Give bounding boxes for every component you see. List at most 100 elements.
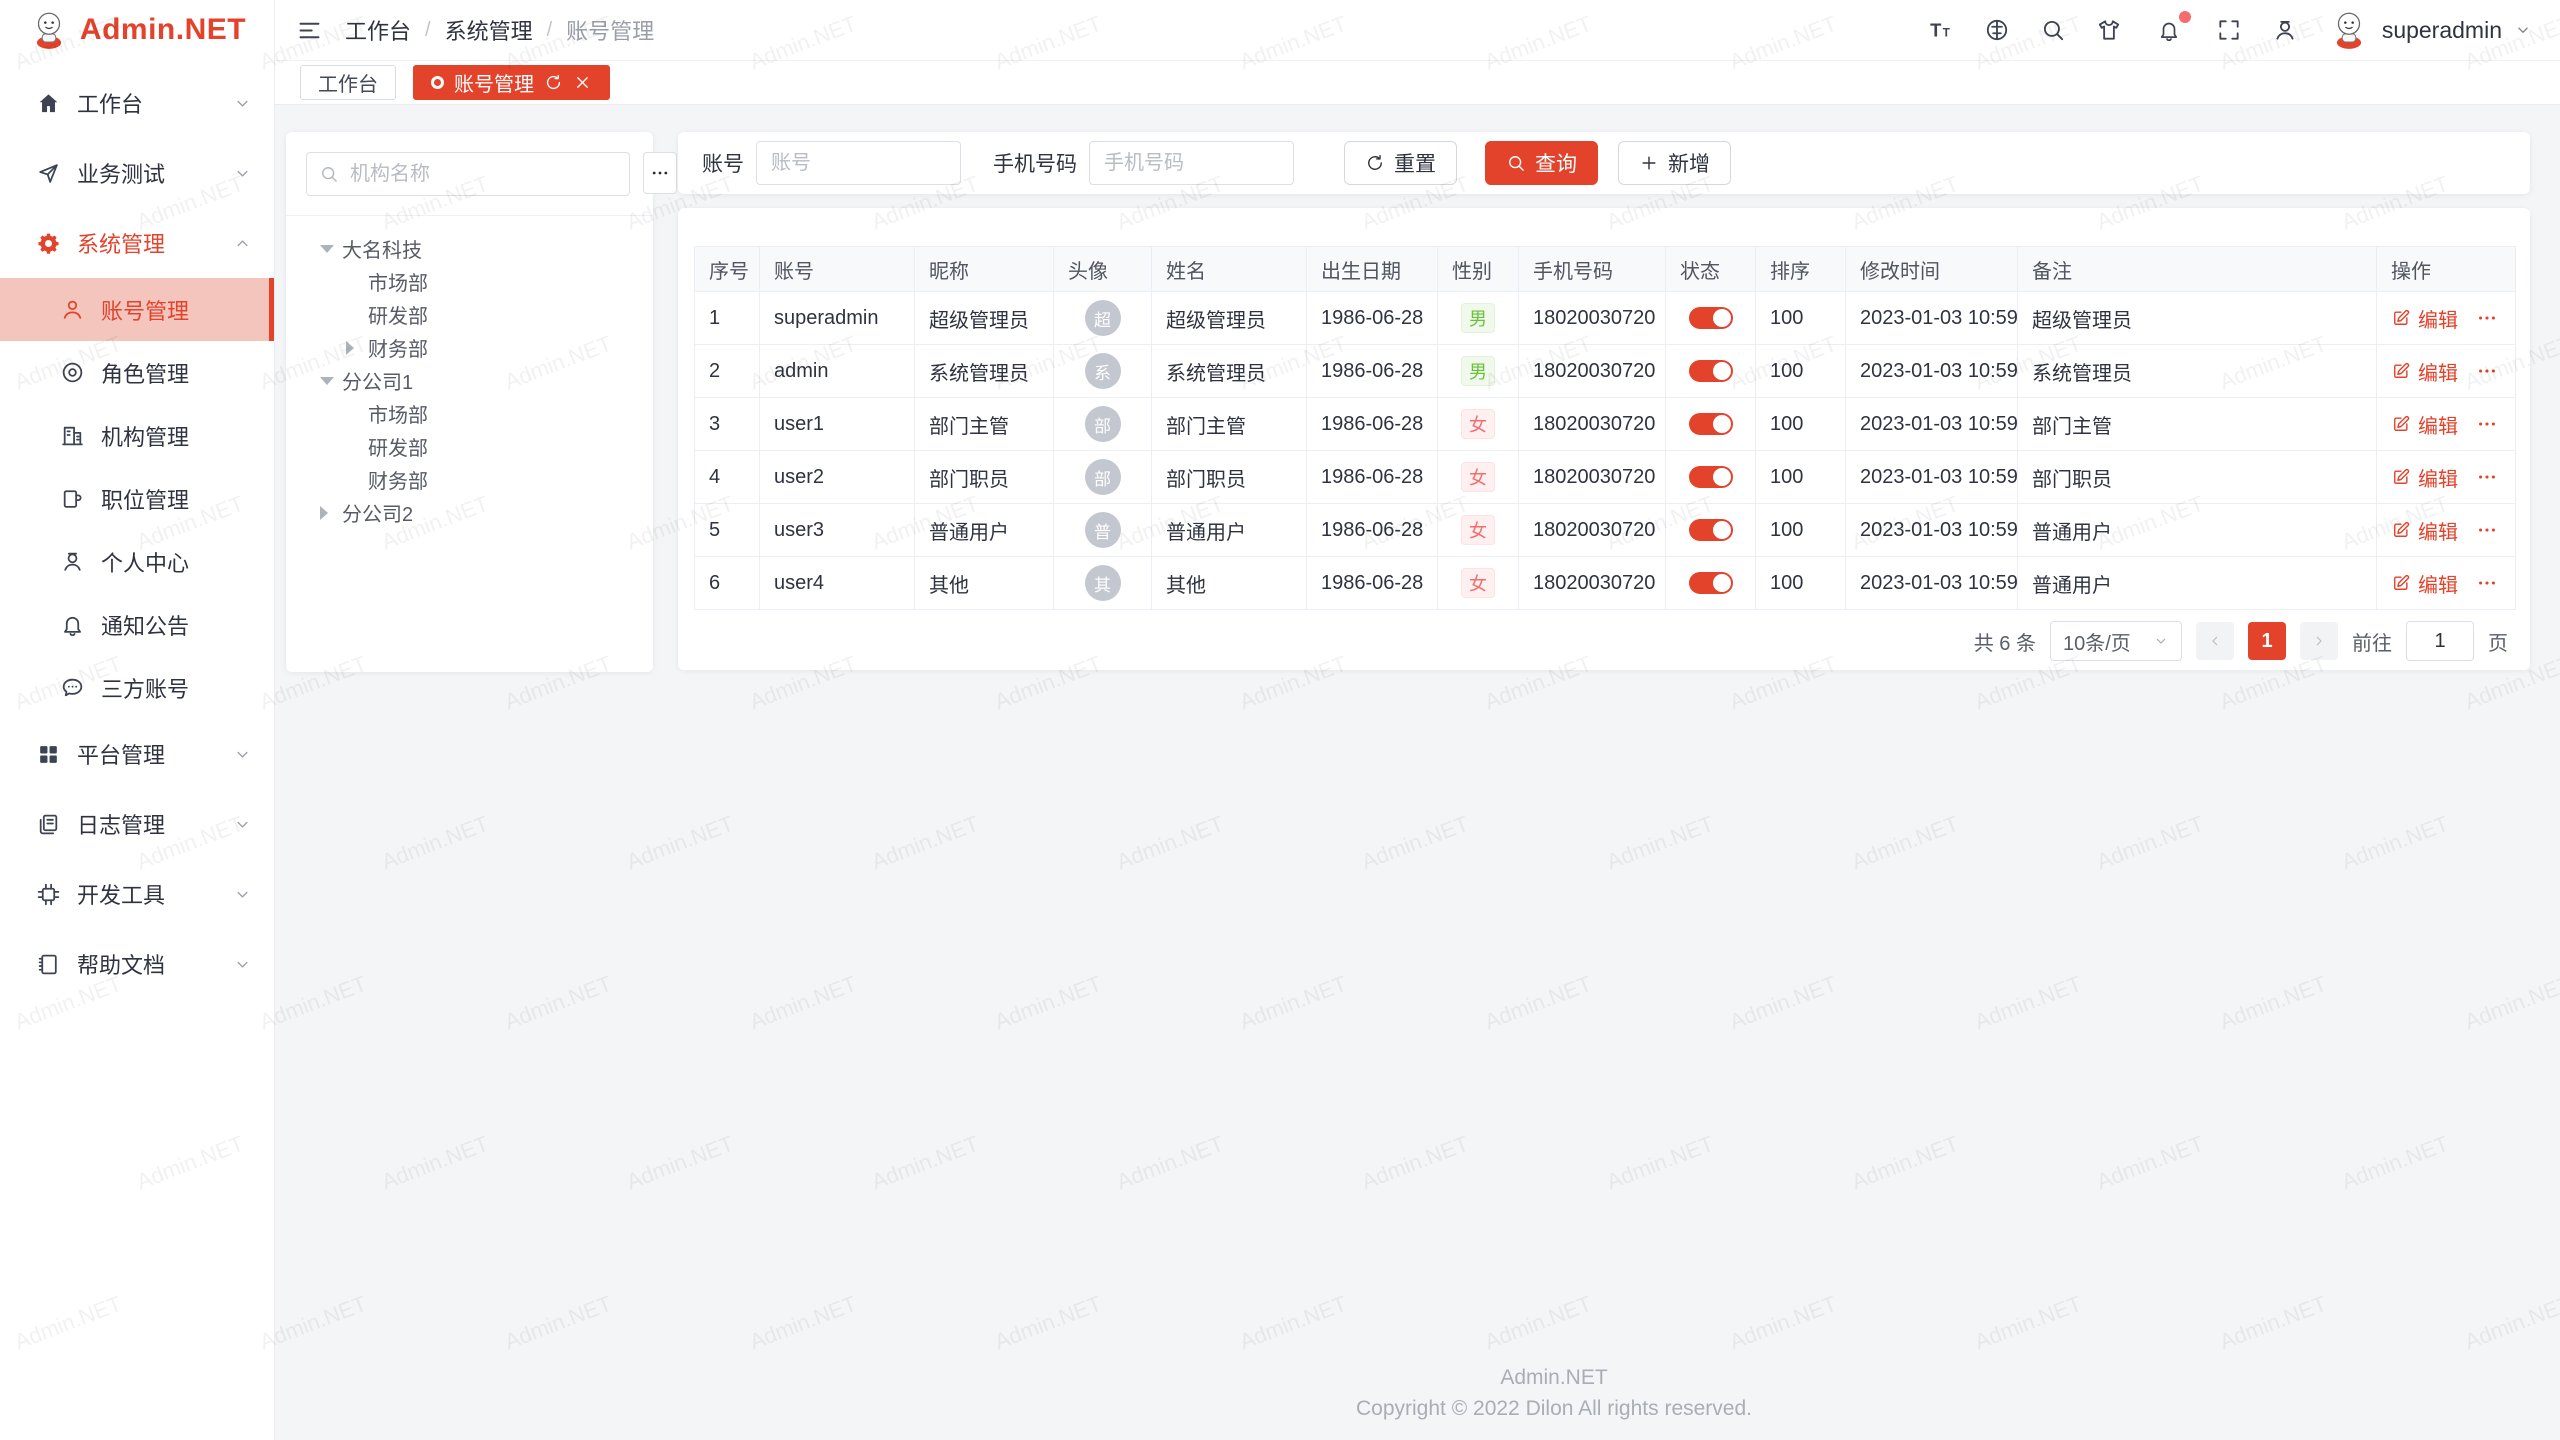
edit-button[interactable]: 编辑	[2391, 410, 2458, 439]
status-toggle[interactable]	[1689, 413, 1733, 435]
tree-node[interactable]: 财务部	[306, 463, 633, 496]
plus-icon	[1639, 153, 1659, 173]
sidebar-item-third-party-account[interactable]: 三方账号	[0, 656, 274, 719]
sidebar-item-system-manage[interactable]: 系统管理	[0, 208, 274, 278]
query-button-label: 查询	[1535, 148, 1577, 178]
more-actions-button[interactable]	[2476, 519, 2498, 541]
main-area: 工作台 / 系统管理 / 账号管理 TT superadmin 工作台	[274, 0, 2560, 1440]
cell-avatar: 系	[1054, 345, 1152, 398]
profile-icon[interactable]	[2272, 17, 2298, 43]
reset-button-label: 重置	[1394, 148, 1436, 178]
notification-bell-icon[interactable]	[2152, 15, 2186, 45]
tab-workbench[interactable]: 工作台	[300, 65, 396, 100]
edit-button[interactable]: 编辑	[2391, 516, 2458, 545]
status-toggle[interactable]	[1689, 466, 1733, 488]
tree-node-label: 分公司1	[342, 366, 413, 395]
query-button[interactable]: 查询	[1485, 141, 1598, 185]
status-toggle[interactable]	[1689, 360, 1733, 382]
tab-close-icon[interactable]	[573, 73, 592, 92]
edit-button[interactable]: 编辑	[2391, 357, 2458, 386]
search-icon	[1506, 153, 1526, 173]
tree-more-button[interactable]	[643, 152, 677, 194]
org-tree: 大名科技市场部研发部财务部分公司1市场部研发部财务部分公司2	[306, 216, 633, 529]
page-footer: Admin.NET Copyright © 2022 Dilon All rig…	[548, 1363, 2560, 1424]
edit-button-label: 编辑	[2418, 516, 2458, 545]
cell-nickname: 普通用户	[915, 504, 1054, 557]
status-toggle[interactable]	[1689, 307, 1733, 329]
cell-modified-time: 2023-01-03 10:59:44	[1846, 292, 2018, 345]
sidebar-item-notice[interactable]: 通知公告	[0, 593, 274, 656]
more-actions-button[interactable]	[2476, 413, 2498, 435]
theme-icon[interactable]	[2096, 17, 2122, 43]
sidebar-item-workbench[interactable]: 工作台	[0, 68, 274, 138]
tree-node[interactable]: 财务部	[306, 331, 633, 364]
status-toggle[interactable]	[1689, 519, 1733, 541]
next-page-button[interactable]	[2300, 622, 2338, 660]
account-filter-input[interactable]	[756, 141, 961, 185]
row-actions: 编辑	[2391, 410, 2501, 439]
active-tab-dot-icon	[431, 76, 444, 89]
cell-sort: 100	[1756, 557, 1846, 610]
phone-filter-input[interactable]	[1089, 141, 1294, 185]
status-toggle[interactable]	[1689, 572, 1733, 594]
tree-node[interactable]: 分公司1	[306, 364, 633, 397]
page-size-select[interactable]: 10条/页	[2050, 621, 2182, 661]
cell-remark: 部门主管	[2018, 398, 2377, 451]
sidebar-item-position-manage[interactable]: 职位管理	[0, 467, 274, 530]
tree-node[interactable]: 研发部	[306, 298, 633, 331]
edit-button[interactable]: 编辑	[2391, 463, 2458, 492]
tree-node[interactable]: 大名科技	[306, 232, 633, 265]
breadcrumb-item[interactable]: 系统管理	[445, 14, 533, 46]
cell-status	[1666, 292, 1756, 345]
cell-birth-date: 1986-06-28	[1307, 292, 1438, 345]
fullscreen-icon[interactable]	[2216, 17, 2242, 43]
logo[interactable]: Admin.NET	[0, 0, 274, 60]
prev-page-button[interactable]	[2196, 622, 2234, 660]
cell-nickname: 部门主管	[915, 398, 1054, 451]
reset-button[interactable]: 重置	[1344, 141, 1457, 185]
current-page-button[interactable]: 1	[2248, 622, 2286, 660]
sidebar-item-platform-manage[interactable]: 平台管理	[0, 719, 274, 789]
edit-button[interactable]: 编辑	[2391, 304, 2458, 333]
sidebar-item-org-manage[interactable]: 机构管理	[0, 404, 274, 467]
tree-node-label: 市场部	[368, 267, 428, 296]
tree-node[interactable]: 市场部	[306, 265, 633, 298]
chevron-down-icon	[233, 94, 252, 113]
goto-label: 前往	[2352, 627, 2392, 656]
sidebar-item-log-manage[interactable]: 日志管理	[0, 789, 274, 859]
org-name-search-field[interactable]	[306, 152, 630, 196]
language-icon[interactable]	[1984, 17, 2010, 43]
more-actions-button[interactable]	[2476, 466, 2498, 488]
breadcrumb-separator: /	[547, 19, 553, 42]
more-actions-button[interactable]	[2476, 307, 2498, 329]
sidebar-item-business-test[interactable]: 业务测试	[0, 138, 274, 208]
user-menu[interactable]: superadmin	[2328, 9, 2532, 51]
org-name-search-input[interactable]	[348, 162, 617, 187]
tab-refresh-icon[interactable]	[544, 73, 563, 92]
add-button[interactable]: 新增	[1618, 141, 1731, 185]
goto-page-input[interactable]	[2406, 621, 2474, 661]
tree-node[interactable]: 研发部	[306, 430, 633, 463]
sidebar-item-role-manage[interactable]: 角色管理	[0, 341, 274, 404]
more-actions-button[interactable]	[2476, 360, 2498, 382]
chevron-left-icon	[2207, 633, 2223, 649]
cell-avatar: 超	[1054, 292, 1152, 345]
edit-button[interactable]: 编辑	[2391, 569, 2458, 598]
search-icon[interactable]	[2040, 17, 2066, 43]
tree-node[interactable]: 分公司2	[306, 496, 633, 529]
cell-status	[1666, 451, 1756, 504]
sidebar-item-help-docs[interactable]: 帮助文档	[0, 929, 274, 999]
tab-account-manage[interactable]: 账号管理	[413, 65, 610, 100]
breadcrumb: 工作台 / 系统管理 / 账号管理	[345, 14, 654, 46]
sidebar-item-personal-center[interactable]: 个人中心	[0, 530, 274, 593]
tree-node[interactable]: 市场部	[306, 397, 633, 430]
sidebar-item-dev-tools[interactable]: 开发工具	[0, 859, 274, 929]
breadcrumb-item[interactable]: 工作台	[345, 14, 411, 46]
cell-remark: 部门职员	[2018, 451, 2377, 504]
cell-account: admin	[760, 345, 915, 398]
more-actions-button[interactable]	[2476, 572, 2498, 594]
font-size-icon[interactable]: TT	[1928, 17, 1954, 43]
sidebar-item-account-manage[interactable]: 账号管理	[0, 278, 274, 341]
menu-collapse-icon[interactable]	[296, 17, 323, 44]
cell-avatar: 部	[1054, 451, 1152, 504]
